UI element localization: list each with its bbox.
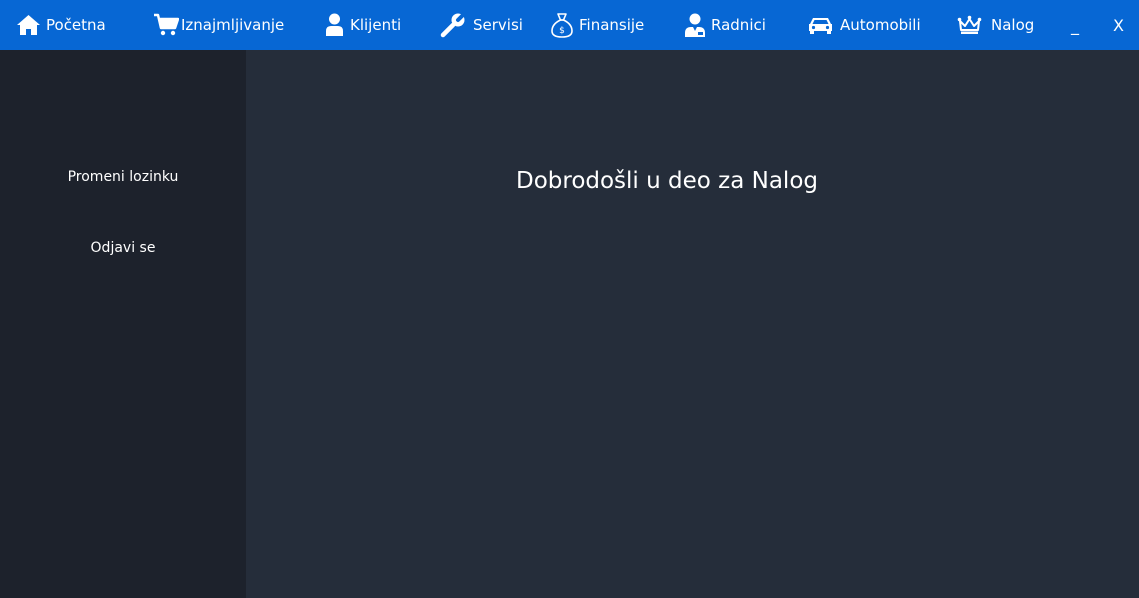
- sidebar-item-odjavi-se[interactable]: Odjavi se: [0, 240, 246, 256]
- main-content: Dobrodošli u deo za Nalog: [246, 50, 1139, 598]
- nav-item-pocetna[interactable]: Početna: [16, 0, 106, 50]
- nav-item-label: Klijenti: [350, 16, 402, 34]
- crown-icon: [957, 15, 982, 35]
- svg-text:$: $: [559, 26, 565, 36]
- nav-item-label: Servisi: [473, 16, 523, 34]
- sidebar-item-promeni-lozinku[interactable]: Promeni lozinku: [0, 169, 246, 185]
- wrench-icon: [440, 12, 466, 38]
- nav-item-label: Početna: [46, 16, 106, 34]
- nav-item-automobili[interactable]: Automobili: [808, 0, 921, 50]
- sidebar: Promeni lozinku Odjavi se: [0, 50, 246, 598]
- nav-item-klijenti[interactable]: Klijenti: [325, 0, 401, 50]
- nav-item-radnici[interactable]: Radnici: [684, 0, 766, 50]
- user-icon: [325, 13, 344, 37]
- home-icon: [16, 14, 41, 36]
- money-bag-icon: $: [551, 12, 573, 38]
- close-button[interactable]: X: [1113, 0, 1124, 50]
- cart-icon: [153, 13, 179, 37]
- car-icon: [808, 15, 833, 35]
- nav-item-servisi[interactable]: Servisi: [440, 0, 523, 50]
- nav-item-finansije[interactable]: $ Finansije: [551, 0, 644, 50]
- minimize-button[interactable]: _: [1071, 0, 1079, 50]
- nav-item-label: Iznajmljivanje: [181, 16, 285, 34]
- nav-item-iznajmljivanje[interactable]: Iznajmljivanje: [153, 0, 284, 50]
- top-navigation-bar: Početna Iznajmljivanje Klijenti Servisi …: [0, 0, 1139, 50]
- nav-item-label: Finansije: [579, 16, 645, 34]
- worker-icon: [684, 12, 706, 38]
- nav-item-label: Radnici: [711, 16, 766, 34]
- nav-item-nalog[interactable]: Nalog: [957, 0, 1034, 50]
- nav-item-label: Nalog: [991, 16, 1035, 34]
- welcome-heading: Dobrodošli u deo za Nalog: [515, 168, 818, 194]
- nav-item-label: Automobili: [840, 16, 921, 34]
